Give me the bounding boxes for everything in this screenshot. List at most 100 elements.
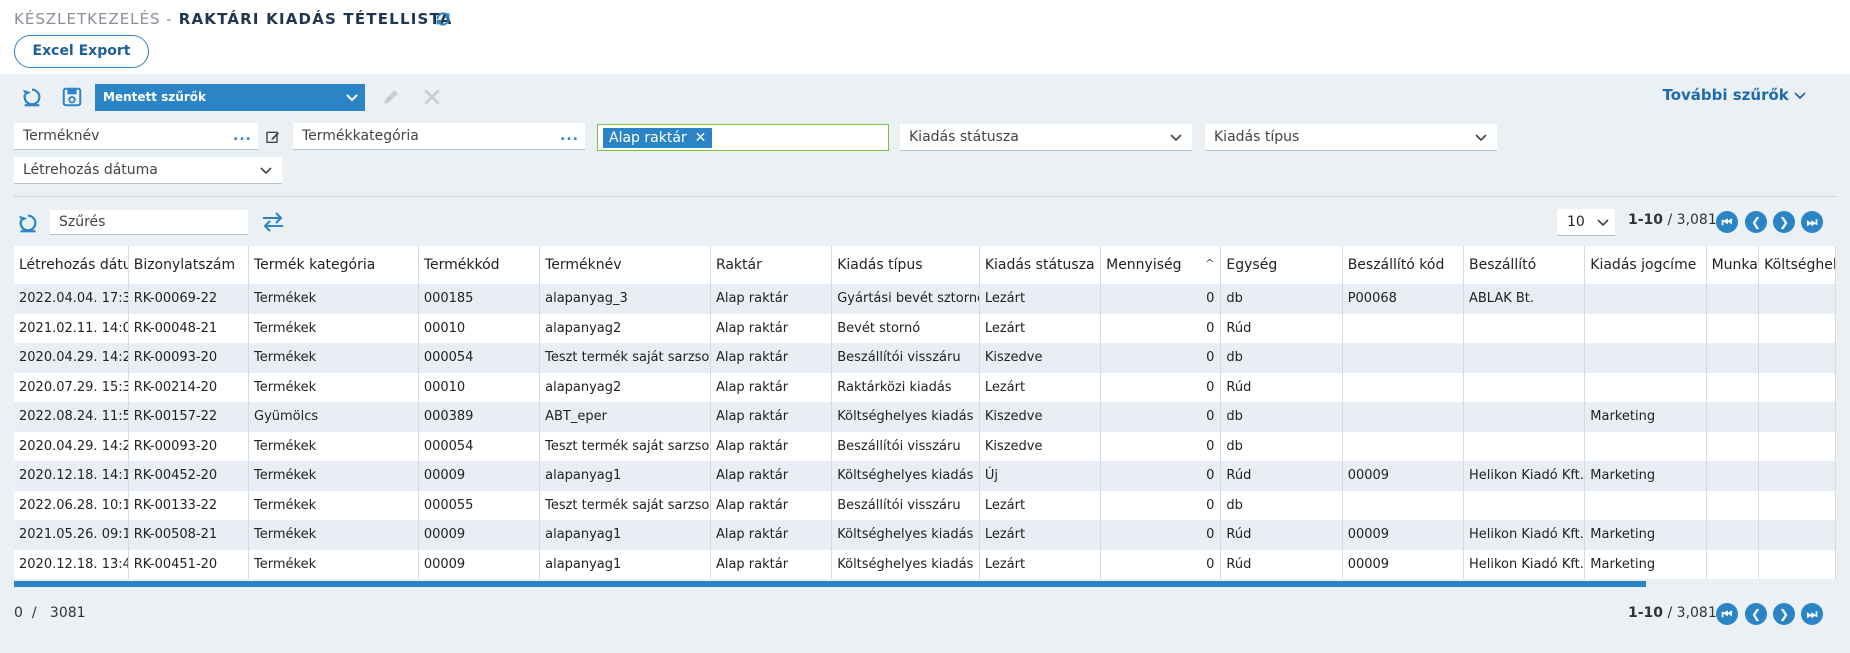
table-cell: Alap raktár <box>710 372 833 402</box>
more-options-icon[interactable]: ... <box>560 123 579 150</box>
product-name-filter[interactable]: Terméknév ... <box>14 123 258 150</box>
issue-status-filter[interactable]: Kiadás státusza <box>900 124 1192 151</box>
grid-search-input[interactable]: Szűrés <box>50 210 248 235</box>
reset-grid-icon[interactable] <box>14 209 42 237</box>
table-cell: Gyártási bevét sztornó <box>831 284 980 314</box>
last-page-button[interactable]: ⏭ <box>1801 603 1823 625</box>
column-header[interactable]: Kiadás státusza <box>979 246 1102 284</box>
table-cell <box>1584 372 1707 402</box>
column-header[interactable]: Beszállító <box>1463 246 1586 284</box>
column-header[interactable]: Beszállító kód <box>1342 246 1464 284</box>
table-cell: 00010 <box>418 313 541 343</box>
issue-items-table: Létrehozás dátuma Bizonylatszám Termék k… <box>14 246 1836 579</box>
prev-page-button[interactable]: ❮ <box>1745 211 1767 233</box>
created-date-filter[interactable]: Létrehozás dátuma <box>14 157 282 184</box>
table-cell <box>1463 402 1586 432</box>
table-cell: RK-00214-20 <box>128 372 250 402</box>
column-header[interactable]: Költséghely <box>1758 246 1836 284</box>
table-cell <box>1758 313 1836 343</box>
table-cell: RK-00133-22 <box>128 490 250 520</box>
page-title: RAKTÁRI KIADÁS TÉTELLISTA <box>178 10 453 28</box>
table-cell: Teszt termék saját sarzsos <box>539 490 711 520</box>
next-page-button[interactable]: ❯ <box>1773 603 1795 625</box>
table-cell: Teszt termék saját sarzsos <box>539 431 711 461</box>
saved-filters-select[interactable]: Mentett szűrők <box>95 84 365 111</box>
table-row[interactable]: 2020.12.18. 14:12 RK-00452-20 Termékek 0000… <box>14 461 1836 491</box>
table-cell <box>1342 313 1464 343</box>
column-header[interactable]: Kiadás jogcíme <box>1584 246 1707 284</box>
table-cell <box>1758 431 1836 461</box>
last-page-button[interactable]: ⏭ <box>1801 211 1823 233</box>
table-cell: RK-00093-20 <box>128 431 250 461</box>
more-options-icon[interactable]: ... <box>233 123 252 150</box>
table-cell: 0 <box>1100 284 1222 314</box>
excel-export-button[interactable]: Excel Export <box>14 35 149 68</box>
table-cell: Kiszedve <box>979 402 1102 432</box>
column-header-sorted[interactable]: Mennyiség ^ <box>1100 246 1222 284</box>
table-cell: Alap raktár <box>710 343 833 373</box>
next-page-button[interactable]: ❯ <box>1773 211 1795 233</box>
save-filter-icon[interactable] <box>58 83 86 111</box>
first-page-button[interactable]: ⏮ <box>1716 211 1738 233</box>
table-cell <box>1342 402 1464 432</box>
table-cell: 00009 <box>418 461 541 491</box>
column-header[interactable]: Raktár <box>710 246 833 284</box>
table-cell: alapanyag2 <box>539 372 711 402</box>
product-category-filter[interactable]: Termékkategória ... <box>293 123 585 150</box>
reset-filters-icon[interactable] <box>18 83 46 111</box>
table-cell: Lezárt <box>979 549 1102 579</box>
table-cell: 00009 <box>1342 461 1464 491</box>
table-row[interactable]: 2021.05.26. 09:13 RK-00508-21 Termékek 0000… <box>14 520 1836 550</box>
refresh-icon[interactable] <box>432 8 454 30</box>
swap-columns-icon[interactable] <box>259 208 287 236</box>
grid-search-placeholder: Szűrés <box>59 214 106 230</box>
edit-filter-icon[interactable] <box>377 83 405 111</box>
table-row[interactable]: 2020.04.29. 14:20 RK-00093-20 Termékek 0000… <box>14 431 1836 461</box>
horizontal-scrollbar[interactable] <box>14 581 1646 587</box>
column-header[interactable]: Létrehozás dátuma <box>14 246 129 284</box>
table-cell: 2020.12.18. 13:41 <box>14 549 129 579</box>
table-row[interactable]: 2022.08.24. 11:55 RK-00157-22 Gyümölcs 0003… <box>14 402 1836 432</box>
issue-type-filter[interactable]: Kiadás típus <box>1205 124 1497 151</box>
table-cell <box>1758 490 1836 520</box>
table-cell <box>1706 549 1760 579</box>
table-row[interactable]: 2020.04.29. 14:20 RK-00093-20 Termékek 0000… <box>14 343 1836 373</box>
table-row[interactable]: 2022.06.28. 10:10 RK-00133-22 Termékek 0000… <box>14 490 1836 520</box>
column-header[interactable]: Kiadás típus <box>831 246 980 284</box>
column-header[interactable]: Termék kategória <box>248 246 419 284</box>
product-category-placeholder: Termékkategória <box>302 128 419 144</box>
table-row[interactable]: 2020.12.18. 13:41 RK-00451-20 Termékek 0000… <box>14 549 1836 579</box>
chevron-down-icon <box>1170 124 1182 161</box>
prev-page-button[interactable]: ❮ <box>1745 603 1767 625</box>
first-page-button[interactable]: ⏮ <box>1716 603 1738 625</box>
table-cell: db <box>1220 402 1343 432</box>
more-filters-button[interactable]: További szűrők <box>1662 86 1806 104</box>
table-cell <box>1584 313 1707 343</box>
table-cell <box>1342 343 1464 373</box>
table-cell: Helikon Kiadó Kft. <box>1463 549 1586 579</box>
table-cell <box>1758 549 1836 579</box>
page-size-select[interactable]: 10 <box>1557 209 1615 236</box>
delete-filter-icon[interactable] <box>418 83 446 111</box>
column-header[interactable]: Munkaszám <box>1706 246 1760 284</box>
chevron-down-icon <box>345 84 359 121</box>
table-row[interactable]: 2020.07.29. 15:35 RK-00214-20 Termékek 0001… <box>14 372 1836 402</box>
table-cell <box>1342 372 1464 402</box>
edit-icon[interactable] <box>260 123 286 150</box>
table-cell: Alap raktár <box>710 313 833 343</box>
table-cell: Teszt termék saját sarzsos <box>539 343 711 373</box>
sort-asc-icon: ^ <box>1205 257 1215 270</box>
column-header[interactable]: Bizonylatszám <box>128 246 250 284</box>
table-cell: RK-00069-22 <box>128 284 250 314</box>
remove-tag-icon[interactable]: ✕ <box>695 130 707 146</box>
table-cell <box>1584 284 1707 314</box>
column-header[interactable]: Egység <box>1220 246 1343 284</box>
table-row[interactable]: 2022.04.04. 17:31 RK-00069-22 Termékek 0001… <box>14 284 1836 314</box>
column-header[interactable]: Termékkód <box>418 246 541 284</box>
table-row[interactable]: 2021.02.11. 14:08 RK-00048-21 Termékek 0001… <box>14 313 1836 343</box>
page-range: 1-10 <box>1628 605 1664 621</box>
column-header[interactable]: Terméknév <box>539 246 711 284</box>
warehouse-filter[interactable]: Alap raktár ✕ <box>597 124 889 151</box>
table-cell: Termékek <box>248 313 419 343</box>
table-cell: Raktárközi kiadás <box>831 372 980 402</box>
